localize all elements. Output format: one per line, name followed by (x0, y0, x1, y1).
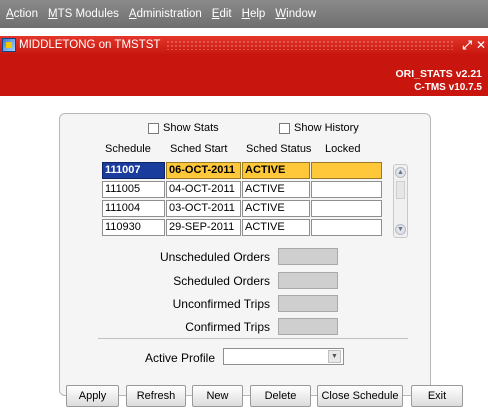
confirmed-trips-label: Confirmed Trips (185, 320, 270, 334)
show-history-label: Show History (294, 122, 359, 134)
new-button[interactable]: New (192, 385, 243, 407)
maximize-icon[interactable]: ⤢ (460, 38, 474, 53)
menu-window-label: indow (286, 8, 317, 20)
unconfirmed-trips-row: Unconfirmed Trips (0, 295, 270, 313)
sched-start-cell[interactable]: 03-OCT-2011 (166, 200, 241, 217)
show-history-box[interactable] (279, 122, 290, 134)
window-title: MIDDLETONG on TMSTST (19, 39, 161, 51)
table-row[interactable]: 111007 06-OCT-2011 ACTIVE (102, 162, 383, 179)
unconfirmed-trips-value (278, 295, 338, 312)
apply-button[interactable]: Apply (66, 385, 119, 407)
sched-status-cell[interactable]: ACTIVE (242, 200, 310, 217)
menu-bar: Action MTS Modules Administration Edit H… (0, 0, 488, 28)
table-row[interactable]: 111004 03-OCT-2011 ACTIVE (102, 200, 383, 217)
scheduled-orders-label: Scheduled Orders (173, 274, 270, 288)
exit-button[interactable]: Exit (411, 385, 463, 407)
sched-status-cell[interactable]: ACTIVE (242, 219, 310, 236)
locked-cell[interactable] (311, 181, 382, 198)
active-profile-label: Active Profile (145, 351, 216, 365)
unscheduled-orders-label: Unscheduled Orders (159, 250, 270, 264)
module-version: ORI_STATS v2.21 (395, 68, 482, 80)
locked-cell[interactable] (311, 162, 382, 179)
table-row[interactable]: 110930 29-SEP-2011 ACTIVE (102, 219, 383, 236)
confirmed-trips-row: Confirmed Trips (0, 318, 270, 336)
scroll-thumb[interactable] (396, 181, 405, 199)
close-schedule-button[interactable]: Close Schedule (317, 385, 403, 407)
sched-start-cell[interactable]: 06-OCT-2011 (166, 162, 241, 179)
menu-action-label: ction (13, 8, 38, 20)
menu-window[interactable]: Window (275, 8, 316, 20)
system-version: C-TMS v10.7.5 (414, 82, 482, 93)
close-icon[interactable]: ✕ (474, 38, 488, 52)
locked-cell[interactable] (311, 219, 382, 236)
chevron-down-icon[interactable]: ▼ (328, 350, 341, 363)
scroll-down-icon[interactable]: ▼ (395, 224, 406, 235)
sched-start-cell[interactable]: 04-OCT-2011 (166, 181, 241, 198)
show-history-checkbox[interactable]: Show History (279, 122, 359, 134)
section-divider (98, 338, 408, 339)
sched-start-cell[interactable]: 29-SEP-2011 (166, 219, 241, 236)
scheduled-orders-row: Scheduled Orders (0, 272, 270, 290)
menu-help-label: elp (249, 8, 266, 20)
menu-edit-label: dit (219, 8, 232, 20)
app-icon (2, 38, 16, 52)
header-banner: ORI_STATS v2.21 C-TMS v10.7.5 (0, 54, 488, 96)
show-stats-checkbox[interactable]: Show Stats (148, 122, 219, 134)
locked-cell[interactable] (311, 200, 382, 217)
scheduled-orders-value (278, 272, 338, 289)
scroll-up-icon[interactable]: ▲ (395, 167, 406, 178)
column-header-sched-status: Sched Status (246, 143, 312, 155)
unscheduled-orders-value (278, 248, 338, 265)
menu-mts-modules[interactable]: MTS Modules (48, 8, 119, 20)
menu-administration-label: dministration (136, 8, 202, 20)
menu-administration[interactable]: Administration (129, 8, 202, 20)
title-bar-pattern (166, 40, 454, 50)
column-header-schedule: Schedule (105, 143, 151, 155)
sched-status-cell[interactable]: ACTIVE (242, 181, 310, 198)
schedule-cell[interactable]: 111005 (102, 181, 165, 198)
active-profile-select[interactable]: ▼ (223, 348, 344, 365)
column-header-locked: Locked (325, 143, 361, 155)
schedule-cell[interactable]: 110930 (102, 219, 165, 236)
unscheduled-orders-row: Unscheduled Orders (0, 248, 270, 266)
menu-help[interactable]: Help (242, 8, 266, 20)
window-title-bar[interactable]: MIDDLETONG on TMSTST ⤢ ✕ (0, 36, 488, 54)
menu-action[interactable]: Action (6, 8, 38, 20)
schedule-cell[interactable]: 111007 (102, 162, 165, 179)
schedule-cell[interactable]: 111004 (102, 200, 165, 217)
column-header-sched-start: Sched Start (170, 143, 228, 155)
grid-scrollbar[interactable]: ▲ ▼ (393, 164, 408, 238)
confirmed-trips-value (278, 318, 338, 335)
unconfirmed-trips-label: Unconfirmed Trips (172, 297, 270, 311)
refresh-button[interactable]: Refresh (126, 385, 186, 407)
show-stats-box[interactable] (148, 122, 159, 134)
table-row[interactable]: 111005 04-OCT-2011 ACTIVE (102, 181, 383, 198)
menu-edit[interactable]: Edit (212, 8, 232, 20)
delete-button[interactable]: Delete (250, 385, 311, 407)
menu-mts-modules-label: TS Modules (57, 8, 119, 20)
sched-status-cell[interactable]: ACTIVE (242, 162, 310, 179)
show-stats-label: Show Stats (163, 122, 219, 134)
